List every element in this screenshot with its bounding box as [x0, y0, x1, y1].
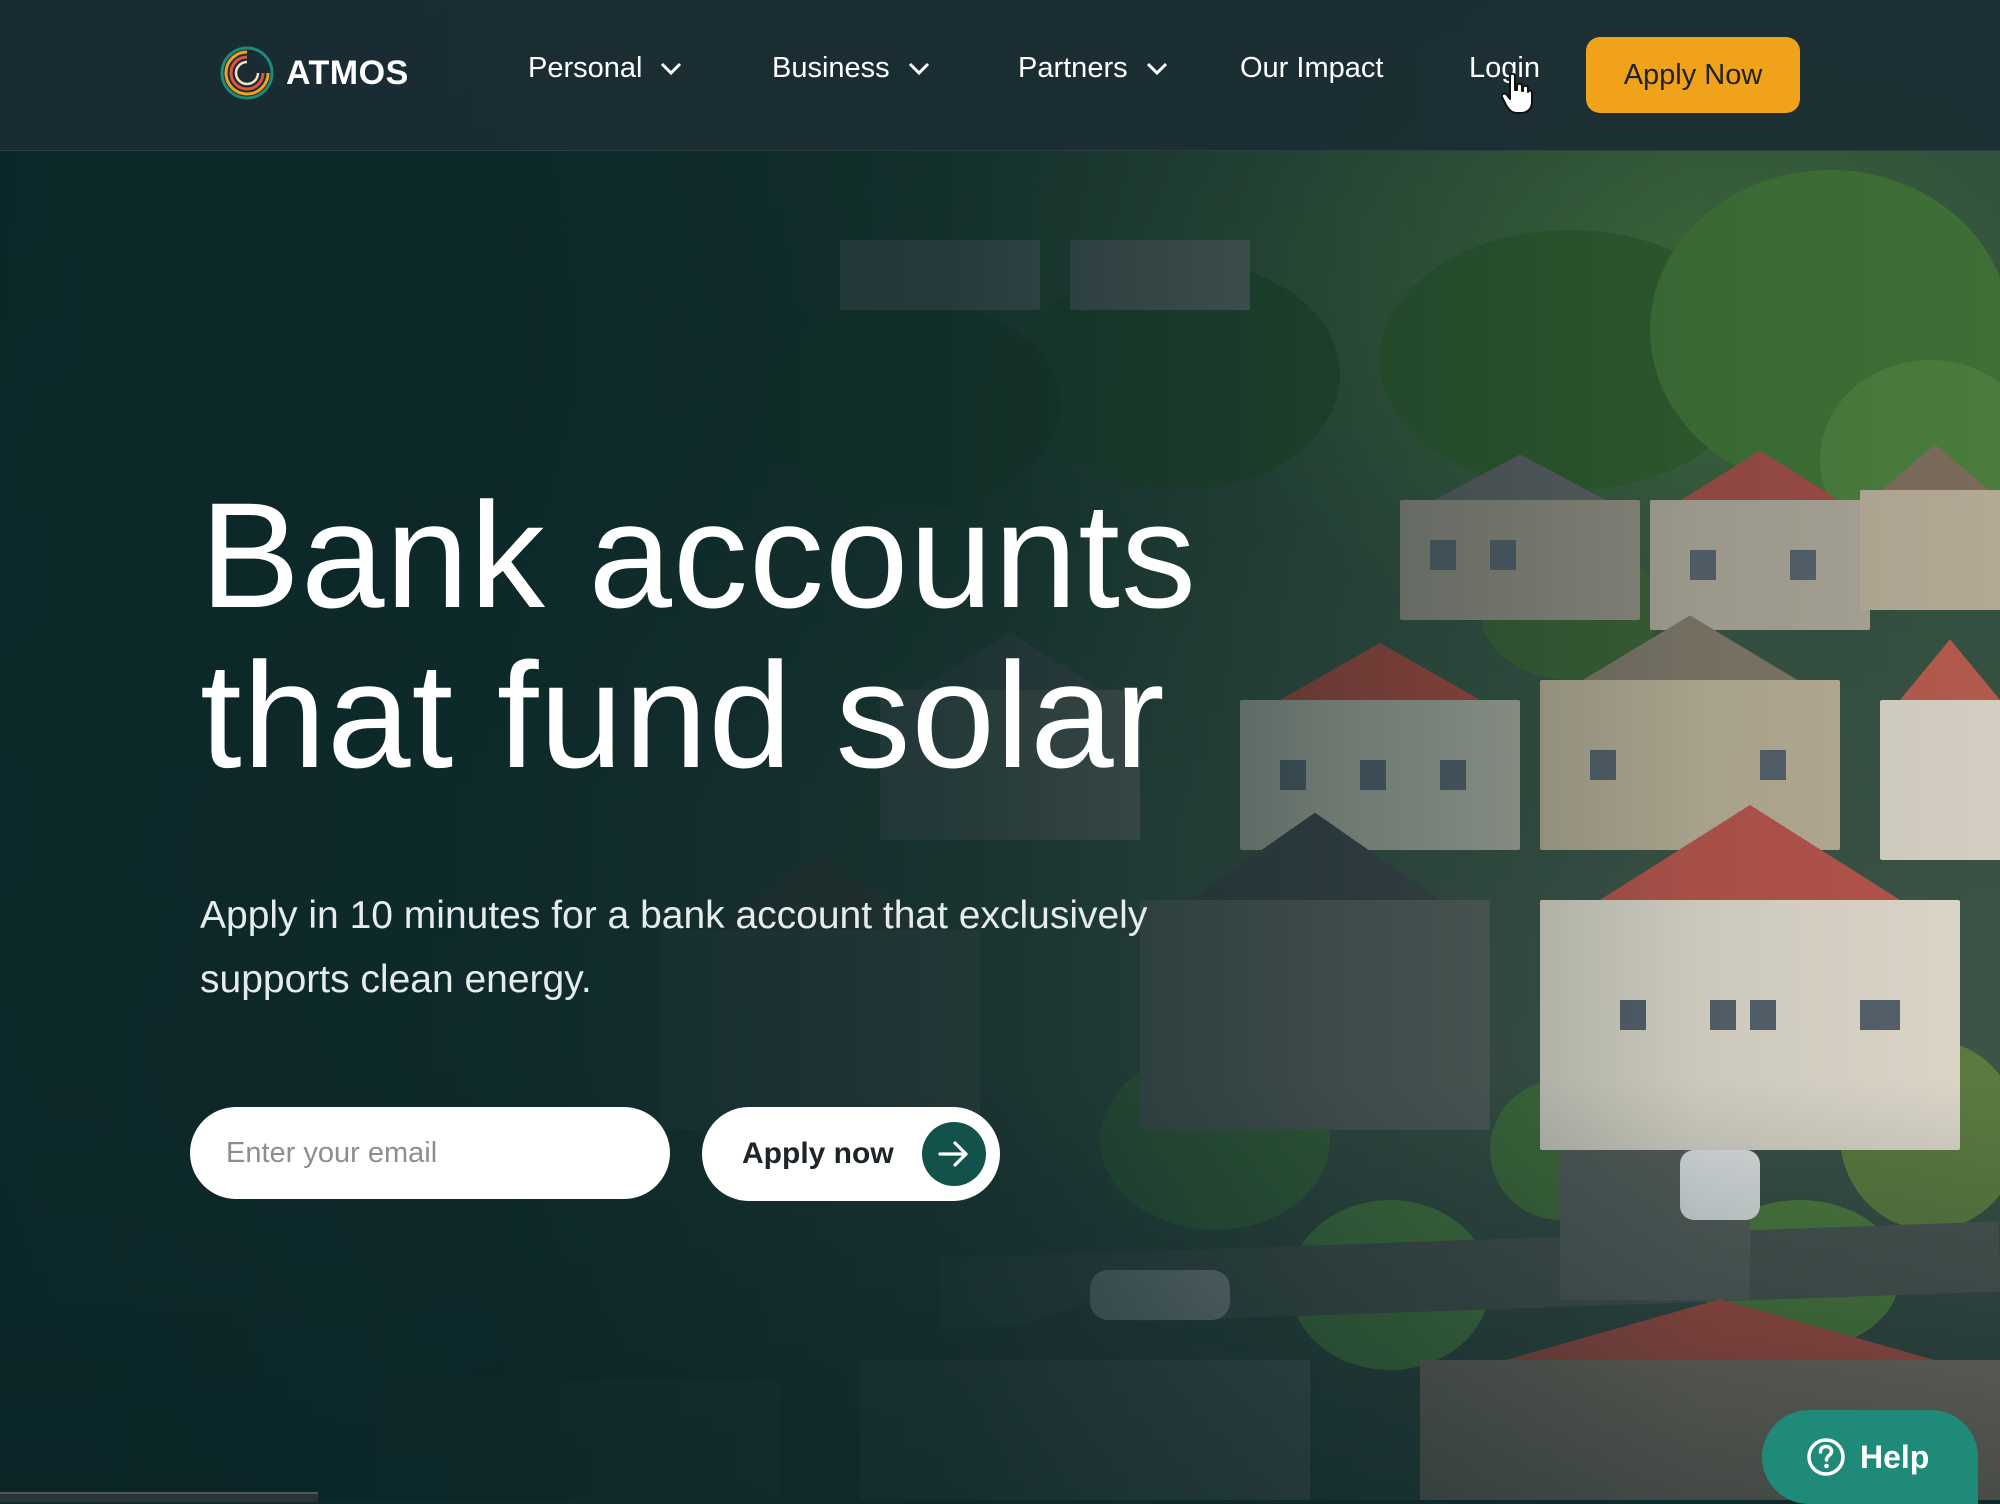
atmos-ring-logo-icon — [220, 46, 274, 100]
apply-now-hero-button[interactable]: Apply now — [702, 1107, 1000, 1201]
apply-now-label: Apply now — [742, 1137, 894, 1170]
question-circle-icon — [1807, 1438, 1845, 1476]
nav-business-label: Business — [772, 52, 890, 84]
help-widget-button[interactable]: Help — [1762, 1410, 1978, 1504]
nav-partners[interactable]: Partners — [1018, 52, 1168, 85]
top-navigation-bar: ATMOS Personal Business Partners Our Imp… — [0, 0, 2000, 151]
nav-partners-label: Partners — [1018, 52, 1128, 84]
nav-personal-label: Personal — [528, 52, 643, 84]
email-input[interactable] — [190, 1107, 670, 1199]
chevron-down-icon — [908, 62, 929, 75]
brand-name: ATMOS — [286, 53, 409, 92]
nav-business[interactable]: Business — [772, 52, 930, 85]
chevron-down-icon — [1146, 62, 1167, 75]
hand-pointer-icon — [1500, 72, 1533, 114]
hero-title-line-2: that fund solar — [200, 631, 1166, 799]
nav-our-impact[interactable]: Our Impact — [1240, 52, 1383, 85]
hero-title: Bank accounts that fund solar — [200, 475, 1197, 795]
help-label: Help — [1860, 1438, 1930, 1475]
atmos-logo[interactable]: ATMOS — [218, 44, 409, 102]
hero-subtitle: Apply in 10 minutes for a bank account t… — [200, 894, 1148, 1001]
hero-title-line-1: Bank accounts — [200, 471, 1197, 639]
arrow-right-icon — [922, 1122, 986, 1186]
bottom-scroll-indicator — [0, 1492, 318, 1502]
nav-personal[interactable]: Personal — [528, 52, 682, 85]
chevron-down-icon — [661, 62, 682, 75]
apply-now-nav-button[interactable]: Apply Now — [1586, 37, 1800, 113]
